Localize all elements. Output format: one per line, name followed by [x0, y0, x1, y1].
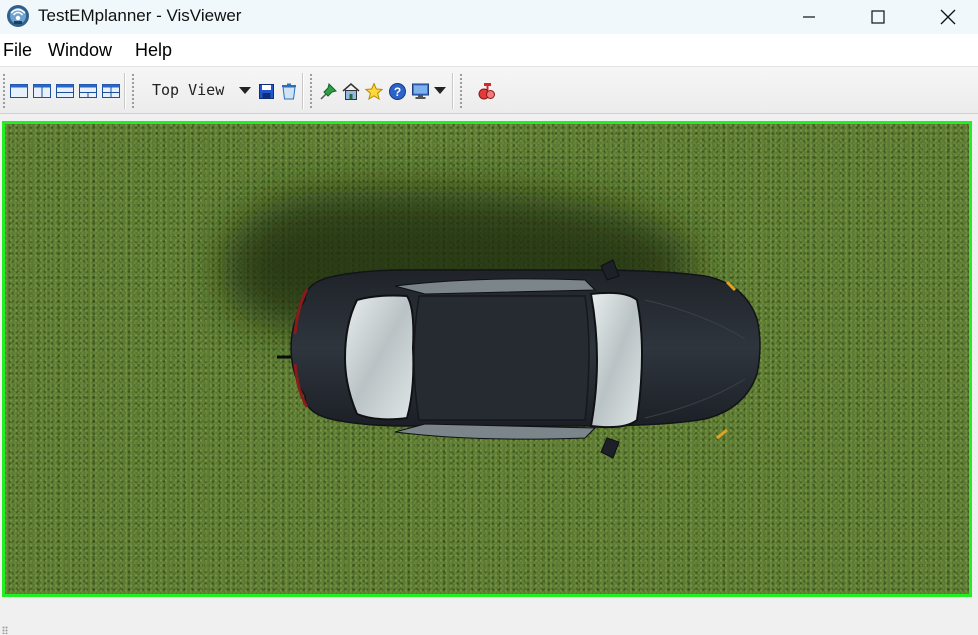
two-row-view-icon[interactable]	[55, 81, 75, 101]
minimize-icon	[803, 16, 815, 18]
toolbar-grip[interactable]	[309, 73, 313, 109]
menu-bar: File Window Help	[0, 34, 978, 66]
maximize-icon	[871, 10, 885, 24]
quad-view-icon[interactable]	[101, 81, 121, 101]
window-title: TestEMplanner - VisViewer	[38, 6, 242, 25]
minimize-button[interactable]	[786, 0, 832, 34]
menu-help[interactable]: Help	[135, 40, 172, 61]
svg-text:?: ?	[393, 85, 400, 99]
monitor-icon[interactable]	[410, 81, 430, 101]
record-icon[interactable]	[477, 81, 497, 101]
clear-icon[interactable]	[279, 81, 299, 101]
monitor-dropdown-icon[interactable]	[434, 87, 446, 94]
close-icon	[940, 9, 956, 25]
maximize-button[interactable]	[855, 0, 901, 34]
menu-file[interactable]: File	[3, 40, 32, 61]
help-icon[interactable]: ?	[387, 81, 407, 101]
rear-window	[343, 294, 415, 421]
scene-canvas[interactable]	[5, 124, 969, 594]
view-mode-select[interactable]: Top View	[152, 81, 224, 99]
car-roof	[413, 295, 590, 421]
close-button[interactable]	[925, 0, 971, 34]
car-model	[277, 259, 761, 459]
toolbar: Top View ?	[0, 66, 978, 114]
title-bar: TestEMplanner - VisViewer	[0, 0, 978, 34]
status-bar	[0, 597, 978, 635]
toolbar-grip[interactable]	[131, 73, 135, 109]
single-view-icon[interactable]	[9, 81, 29, 101]
toolbar-grip[interactable]	[2, 73, 6, 109]
two-column-view-icon[interactable]	[32, 81, 52, 101]
view-mode-dropdown-icon[interactable]	[239, 87, 251, 94]
pin-icon[interactable]	[318, 81, 338, 101]
save-icon[interactable]	[256, 81, 276, 101]
resize-grip[interactable]	[2, 626, 8, 634]
toolbar-separator	[124, 73, 126, 109]
3d-viewport[interactable]	[2, 121, 972, 597]
menu-window[interactable]: Window	[48, 40, 112, 61]
windshield	[589, 291, 643, 429]
toolbar-grip[interactable]	[459, 73, 463, 109]
home-icon[interactable]	[341, 81, 361, 101]
toolbar-separator	[452, 73, 454, 109]
app-icon	[6, 4, 30, 28]
three-view-icon[interactable]	[78, 81, 98, 101]
toolbar-separator	[302, 73, 304, 109]
star-icon[interactable]	[364, 81, 384, 101]
